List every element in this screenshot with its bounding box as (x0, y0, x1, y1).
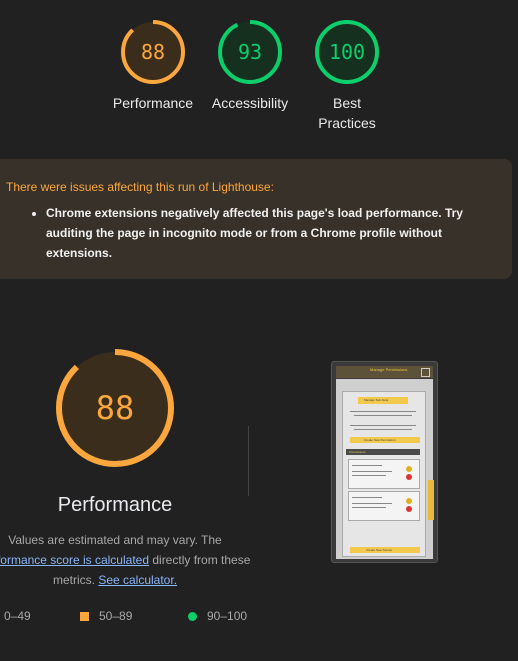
thumb-button-1: Create New Permission (350, 437, 420, 443)
see-calculator-link[interactable]: See calculator. (98, 573, 177, 587)
thumb-line (352, 475, 386, 476)
thumb-side-accent (428, 480, 434, 520)
thumb-header-title: Manage Permissions (370, 367, 408, 372)
thumb-heading-bar: Manage Sub-Nets (358, 397, 408, 404)
note-text-1: Values are estimated and may vary. The (8, 533, 222, 547)
legend-item-fail: 0–49 (4, 609, 31, 623)
thumb-delete-icon (406, 474, 412, 480)
warning-title: There were issues affecting this run of … (6, 180, 274, 194)
divider (248, 426, 249, 496)
thumb-button-2-label: Create New Subnet (366, 548, 393, 552)
thumb-edit-icon (406, 466, 412, 472)
thumb-header: Manage Permissions (336, 366, 433, 378)
thumb-section-header: Permissions (346, 449, 420, 455)
legend-fail-range: 0–49 (4, 609, 31, 623)
score-calculated-link[interactable]: performance score is calculated (0, 553, 149, 567)
green-circle-icon (188, 611, 197, 621)
thumb-heading: Manage Sub-Nets (364, 398, 389, 402)
thumb-section-title: Permissions (349, 450, 366, 454)
thumb-delete-icon (406, 506, 412, 512)
accessibility-label: Accessibility (211, 95, 289, 111)
warning-item: Chrome extensions negatively affected th… (46, 203, 506, 263)
legend-item-pass: 90–100 (188, 609, 247, 623)
best-practices-label: Best Practices (318, 95, 376, 131)
thumb-button-1-label: Create New Permission (364, 438, 396, 442)
score-note: Values are estimated and may vary. The p… (0, 530, 270, 590)
thumb-line (352, 465, 382, 466)
thumb-line (352, 471, 392, 472)
warning-list: Chrome extensions negatively affected th… (26, 203, 506, 263)
thumb-line (350, 425, 416, 426)
thumb-line (352, 507, 386, 508)
thumb-body: Manage Sub-Nets Create New Permission Pe… (336, 379, 433, 559)
accessibility-gauge[interactable]: 93 Accessibility (212, 19, 288, 111)
best-practices-score: 100 (328, 40, 366, 64)
legend-average-range: 50–89 (99, 609, 133, 623)
main-performance-title: Performance (57, 494, 173, 516)
performance-gauge[interactable]: 88 Performance (113, 19, 193, 111)
thumb-line (352, 503, 392, 504)
thumb-menu-icon (421, 368, 430, 377)
thumb-edit-icon (406, 498, 412, 504)
thumb-line (350, 411, 416, 412)
thumb-line (352, 497, 382, 498)
thumb-line (354, 429, 412, 430)
main-performance-score: 88 (95, 389, 135, 427)
thumb-button-2: Create New Subnet (350, 547, 420, 553)
legend-pass-range: 90–100 (207, 609, 248, 623)
accessibility-score: 93 (237, 40, 263, 64)
page-screenshot-thumbnail[interactable]: Manage Permissions Manage Sub-Nets Creat… (331, 361, 438, 563)
orange-square-icon (80, 611, 89, 621)
performance-score: 88 (140, 40, 166, 64)
legend-item-average: 50–89 (80, 609, 132, 623)
best-practices-gauge[interactable]: 100 Best Practices (314, 19, 380, 131)
thumb-line (354, 415, 412, 416)
